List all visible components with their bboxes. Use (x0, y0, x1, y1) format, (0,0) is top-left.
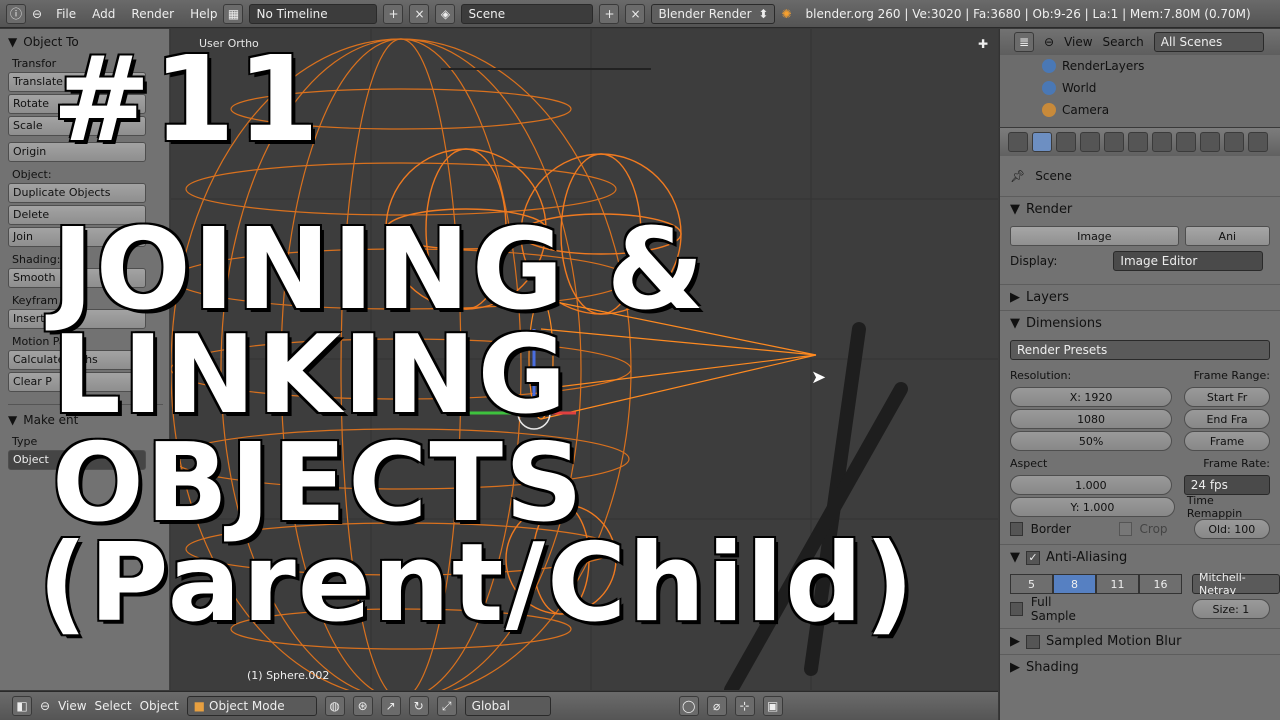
episode-number: #11 (52, 30, 322, 168)
pivot-point-icon[interactable]: ⊛ (352, 696, 373, 716)
object-menu[interactable]: Object (140, 699, 179, 713)
viewport-shading-icon[interactable]: ◍ (324, 696, 345, 716)
filter-size-field[interactable]: Size: 1 (1191, 599, 1271, 619)
info-editor-icon[interactable]: ⓘ (6, 3, 26, 24)
remove-scene-icon[interactable]: × (625, 3, 646, 24)
video-title-overlay: #11 JOINING & LINKING OBJECTS (Parent/Ch… (38, 40, 1138, 638)
collapse-menu-icon[interactable]: ⊖ (32, 7, 42, 21)
collapse-menu-icon[interactable]: ⊖ (40, 699, 50, 713)
mode-select[interactable]: ■ Object Mode (186, 696, 317, 716)
screen-layout-field[interactable]: No Timeline (249, 3, 378, 24)
proportional-edit-icon[interactable]: ⌀ (706, 696, 727, 716)
tab-data[interactable] (1176, 132, 1196, 152)
scene-stats: blender.org 260 | Ve:3020 | Fa:3680 | Ob… (805, 6, 1251, 21)
layer-icon[interactable]: ◯ (678, 696, 699, 716)
shading-panel-title: Shading (1026, 660, 1079, 675)
dropdown-arrow-icon: ⬍ (758, 6, 769, 21)
title-line-1: JOINING & (52, 205, 707, 335)
screen-layout-icon[interactable]: ▦ (223, 3, 244, 24)
view-menu[interactable]: View (58, 699, 86, 713)
frame-end-field[interactable]: End Fra (1184, 409, 1270, 429)
add-scene-icon[interactable]: + (599, 3, 620, 24)
menu-render[interactable]: Render (131, 7, 174, 21)
select-menu[interactable]: Select (95, 699, 132, 713)
scale-manipulator-icon[interactable]: ⤢ (436, 696, 457, 716)
render-engine-select[interactable]: Blender Render ⬍ (651, 3, 776, 24)
menu-add[interactable]: Add (92, 7, 115, 21)
render-animation-button[interactable]: Ani (1184, 226, 1270, 246)
frame-start-field[interactable]: Start Fr (1184, 387, 1270, 407)
viewport-header: ◧ ⊖ View Select Object ■ Object Mode ◍ ⊛ … (0, 691, 998, 720)
collapse-arrow-icon: ▼ (8, 35, 18, 49)
shading-panel-header[interactable]: ▶ Shading (1000, 654, 1280, 680)
transform-orientation-select[interactable]: Global (464, 696, 551, 716)
rotate-manipulator-icon[interactable]: ↻ (408, 696, 429, 716)
frame-step-field[interactable]: Frame (1184, 431, 1270, 451)
expand-arrow-icon: ▶ (1010, 660, 1020, 675)
scene-field[interactable]: Scene (461, 3, 594, 24)
title-line-2: LINKING OBJECTS (52, 313, 585, 546)
object-mode-icon: ■ (193, 699, 206, 713)
frame-rate-label: Frame Rate: (1203, 456, 1270, 470)
menu-help[interactable]: Help (190, 7, 217, 21)
header-bar: ⓘ ⊖ File Add Render Help ▦ No Timeline +… (0, 0, 1280, 28)
render-preview-icon[interactable]: ▣ (762, 696, 783, 716)
time-remapping-label: Time Remappin (1186, 494, 1243, 520)
crop-label: Crop (1139, 522, 1168, 536)
time-remap-old-field[interactable]: Old: 100 (1193, 519, 1270, 539)
3d-view-editor-icon[interactable]: ◧ (12, 696, 32, 716)
frame-rate-select[interactable]: 24 fps (1183, 475, 1270, 495)
outliner-filter-select[interactable]: All Scenes (1153, 32, 1264, 52)
title-line-3: (Parent/Child) (38, 521, 916, 646)
active-object-label: (1) Sphere.002 (247, 669, 330, 682)
aa-filter-select[interactable]: Mitchell-Netrav (1192, 571, 1280, 597)
aa-samples-16[interactable]: 16 (1139, 574, 1182, 594)
frame-range-label: Frame Range: (1193, 368, 1270, 382)
render-engine-label: Blender Render (658, 6, 752, 21)
snap-icon[interactable]: ⊹ (734, 696, 755, 716)
mode-label: Object Mode (209, 699, 285, 713)
tab-material[interactable] (1200, 132, 1220, 152)
manipulator-icon[interactable]: ↗ (380, 696, 401, 716)
remove-screen-icon[interactable]: × (409, 3, 430, 24)
tab-texture[interactable] (1224, 132, 1244, 152)
main-menu: File Add Render Help (56, 7, 217, 21)
add-screen-icon[interactable]: + (383, 3, 404, 24)
tab-modifiers[interactable] (1152, 132, 1172, 152)
menu-file[interactable]: File (56, 7, 76, 21)
collapse-arrow-icon: ▼ (8, 413, 18, 427)
scene-icon[interactable]: ◈ (435, 3, 456, 24)
blender-logo-icon: ✺ (781, 6, 792, 21)
tab-particles[interactable] (1248, 132, 1268, 152)
